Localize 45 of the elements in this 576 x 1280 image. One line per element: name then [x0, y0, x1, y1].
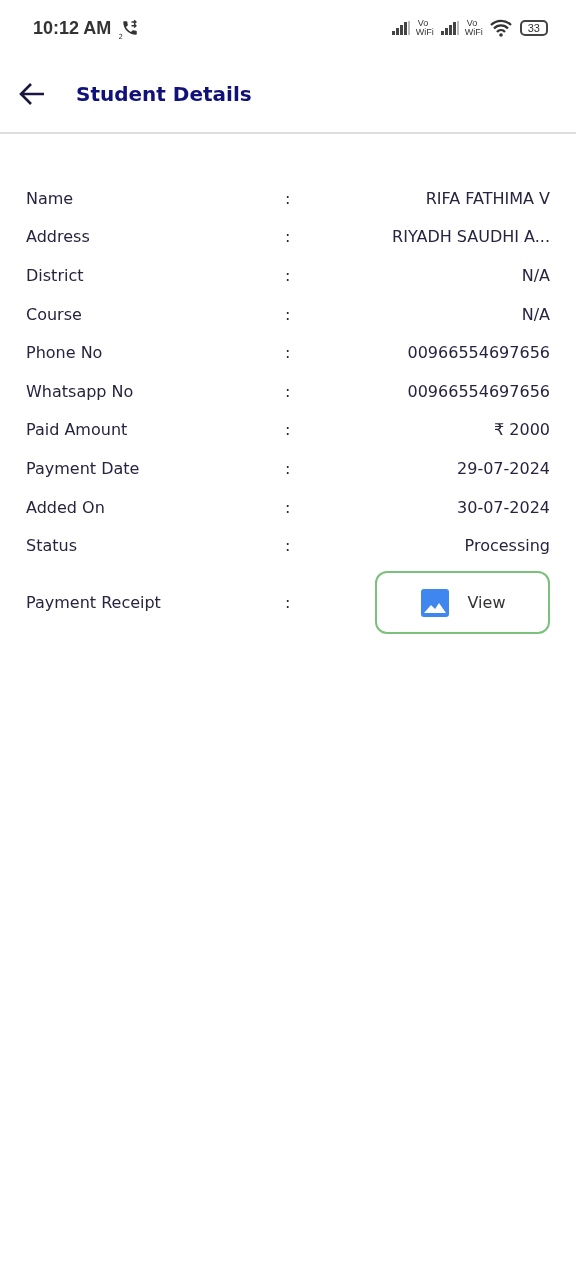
field-value: ₹ 2000 [493, 420, 550, 440]
field-value: N/A [520, 304, 550, 324]
field-value: N/A [520, 266, 550, 285]
field-label: Whatsapp No [26, 381, 135, 401]
field-value: RIYADH SAUDHI A... [391, 227, 550, 247]
vowifi-label: WiFi [464, 28, 483, 37]
field-label: Payment Receipt [26, 593, 162, 613]
field-label: Status [26, 536, 78, 556]
colon-separator: : [285, 458, 292, 478]
signal-icon [391, 21, 412, 35]
vowifi-label: Vo [416, 19, 430, 28]
field-value: 29-07-2024 [456, 458, 550, 478]
field-label: Address [26, 227, 91, 247]
field-label: Paid Amount [26, 420, 129, 440]
field-label: Name [26, 188, 75, 208]
field-label: Phone No [26, 343, 104, 363]
wifi-icon [489, 19, 512, 37]
image-icon [419, 587, 450, 618]
field-value: 00966554697656 [406, 343, 550, 363]
page-title: Student Details [76, 82, 252, 106]
colon-separator: : [285, 304, 292, 324]
colon-separator: : [285, 420, 292, 440]
field-value: 30-07-2024 [456, 497, 550, 517]
field-label: District [26, 266, 85, 285]
battery-icon: 33 [519, 20, 548, 36]
field-label: Payment Date [26, 458, 141, 478]
field-label: Added On [26, 497, 106, 517]
signal-icon [440, 21, 461, 35]
clock-time: 10:12 AM [33, 17, 112, 39]
colon-separator: : [285, 266, 292, 285]
colon-separator: : [285, 381, 292, 401]
field-value: 00966554697656 [406, 381, 550, 401]
colon-separator: : [285, 497, 292, 517]
colon-separator: : [285, 536, 292, 556]
field-value: Processing [463, 536, 550, 556]
colon-separator: : [285, 227, 292, 247]
colon-separator: : [285, 593, 292, 613]
colon-separator: : [285, 343, 292, 363]
colon-separator: : [285, 188, 292, 208]
vowifi-label: WiFi [415, 28, 434, 37]
field-value: RIFA FATHIMA V [424, 188, 550, 208]
view-button[interactable]: View [375, 571, 550, 635]
vowifi-label: Vo [465, 19, 479, 28]
field-label: Course [26, 304, 83, 324]
phone-forward-icon [121, 19, 140, 37]
